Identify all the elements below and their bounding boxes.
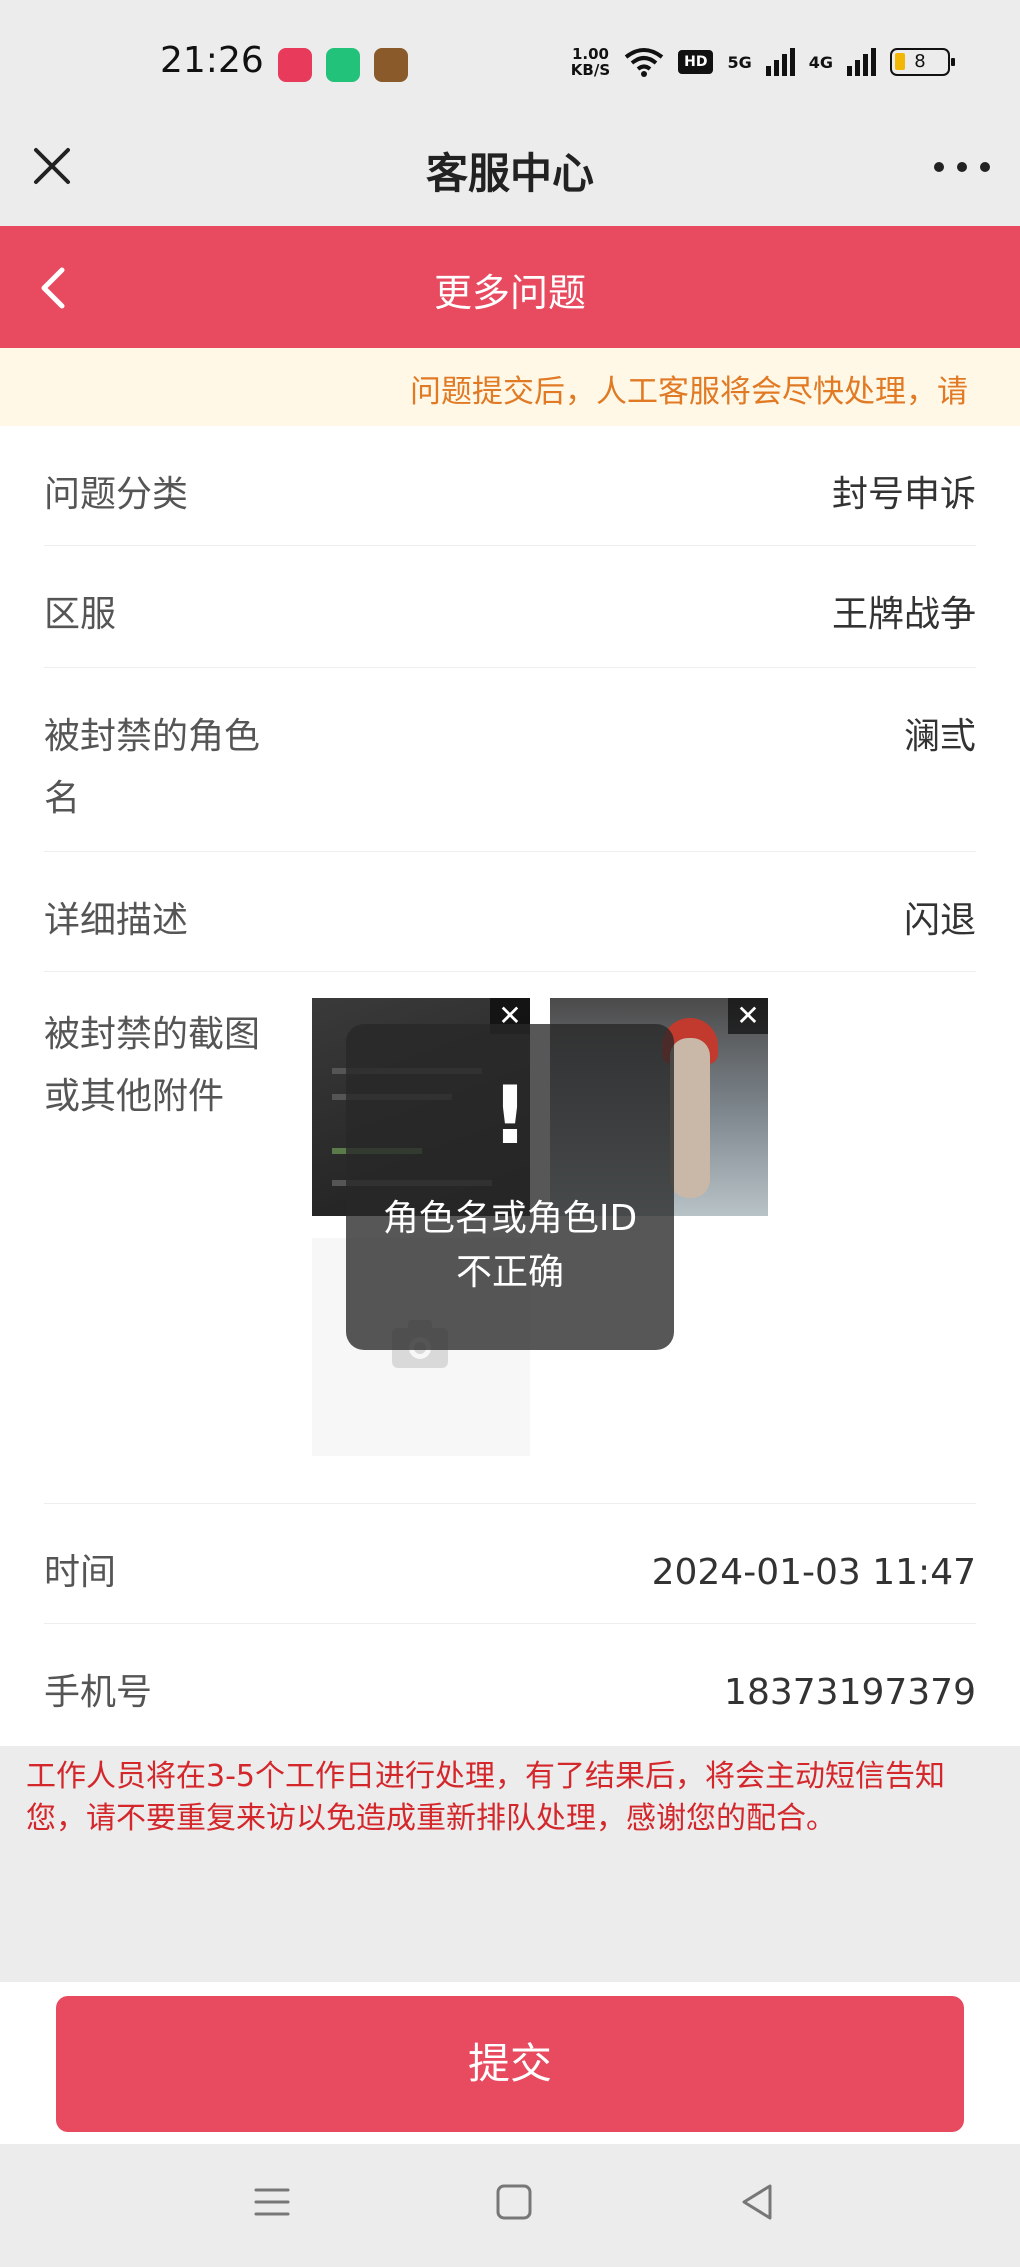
row-value: 2024-01-03 11:47 [651,1552,976,1593]
row-label: 手机号 [44,1672,153,1713]
row-label: 问题分类 [44,474,189,515]
section-header: 更多问题 [0,226,1020,348]
row-label: 被封禁的角色名 [44,716,261,819]
form-row-time[interactable]: 时间 2024-01-03 11:47 [44,1504,976,1624]
more-icon[interactable] [934,152,990,182]
battery-icon: 8 [890,48,955,76]
row-label: 被封禁的截图或其他附件 [44,1014,261,1117]
network-4g-label: 4G [808,52,833,72]
page-title: 客服中心 [425,149,594,198]
toast-message: 角色名或角色ID不正确 [382,1198,638,1293]
system-nav-bar [0,2144,1020,2267]
processing-notice: 工作人员将在3-5个工作日进行处理，有了结果后，将会主动短信告知您，请不要重复来… [26,1759,945,1836]
network-speed: 1.00 KB/S [570,45,611,79]
row-value: 闪退 [903,900,976,941]
title-bar: 客服中心 [0,130,1020,226]
back-triangle-icon[interactable] [734,2178,782,2226]
status-indicators: 1.00 KB/S HD 5G 4G 8 [570,45,955,79]
app-notification-icon [326,48,360,82]
exclamation-icon: ! [491,1069,529,1162]
row-label: 区服 [44,594,117,635]
row-label: 详细描述 [44,900,189,941]
form-row-category[interactable]: 问题分类 封号申诉 [44,426,976,546]
error-toast: ! 角色名或角色ID不正确 [346,1024,674,1350]
home-icon[interactable] [490,2178,538,2226]
hd-icon: HD [678,50,714,74]
form-row-phone[interactable]: 手机号 18373197379 [44,1624,976,1746]
remove-image-icon[interactable]: ✕ [728,998,768,1034]
row-label: 时间 [44,1552,117,1593]
row-value: 18373197379 [724,1672,976,1713]
form-row-role-name[interactable]: 被封禁的角色名 澜弎 [44,668,976,852]
form-row-description[interactable]: 详细描述 闪退 [44,852,976,972]
status-bar: 21:26 1.00 KB/S HD 5G 4G 8 [0,0,1020,130]
row-value: 封号申诉 [831,474,976,515]
row-value: 澜弎 [903,716,976,757]
status-time: 21:26 [160,40,264,81]
app-notification-icon [278,48,312,82]
section-title: 更多问题 [433,271,586,315]
wifi-icon [624,48,664,77]
submit-button[interactable]: 提交 [56,1996,964,2132]
signal-icon [847,48,876,76]
signal-icon [765,48,795,76]
menu-icon[interactable] [248,2178,296,2226]
form-row-server[interactable]: 区服 王牌战争 [44,546,976,668]
network-5g-label: 5G [727,52,752,72]
game-notification-icon [374,48,408,82]
notice-banner: 问题提交后，人工客服将会尽快处理，请 [0,348,1020,426]
notice-text: 问题提交后，人工客服将会尽快处理，请 [410,374,968,410]
row-value: 王牌战争 [831,594,976,635]
